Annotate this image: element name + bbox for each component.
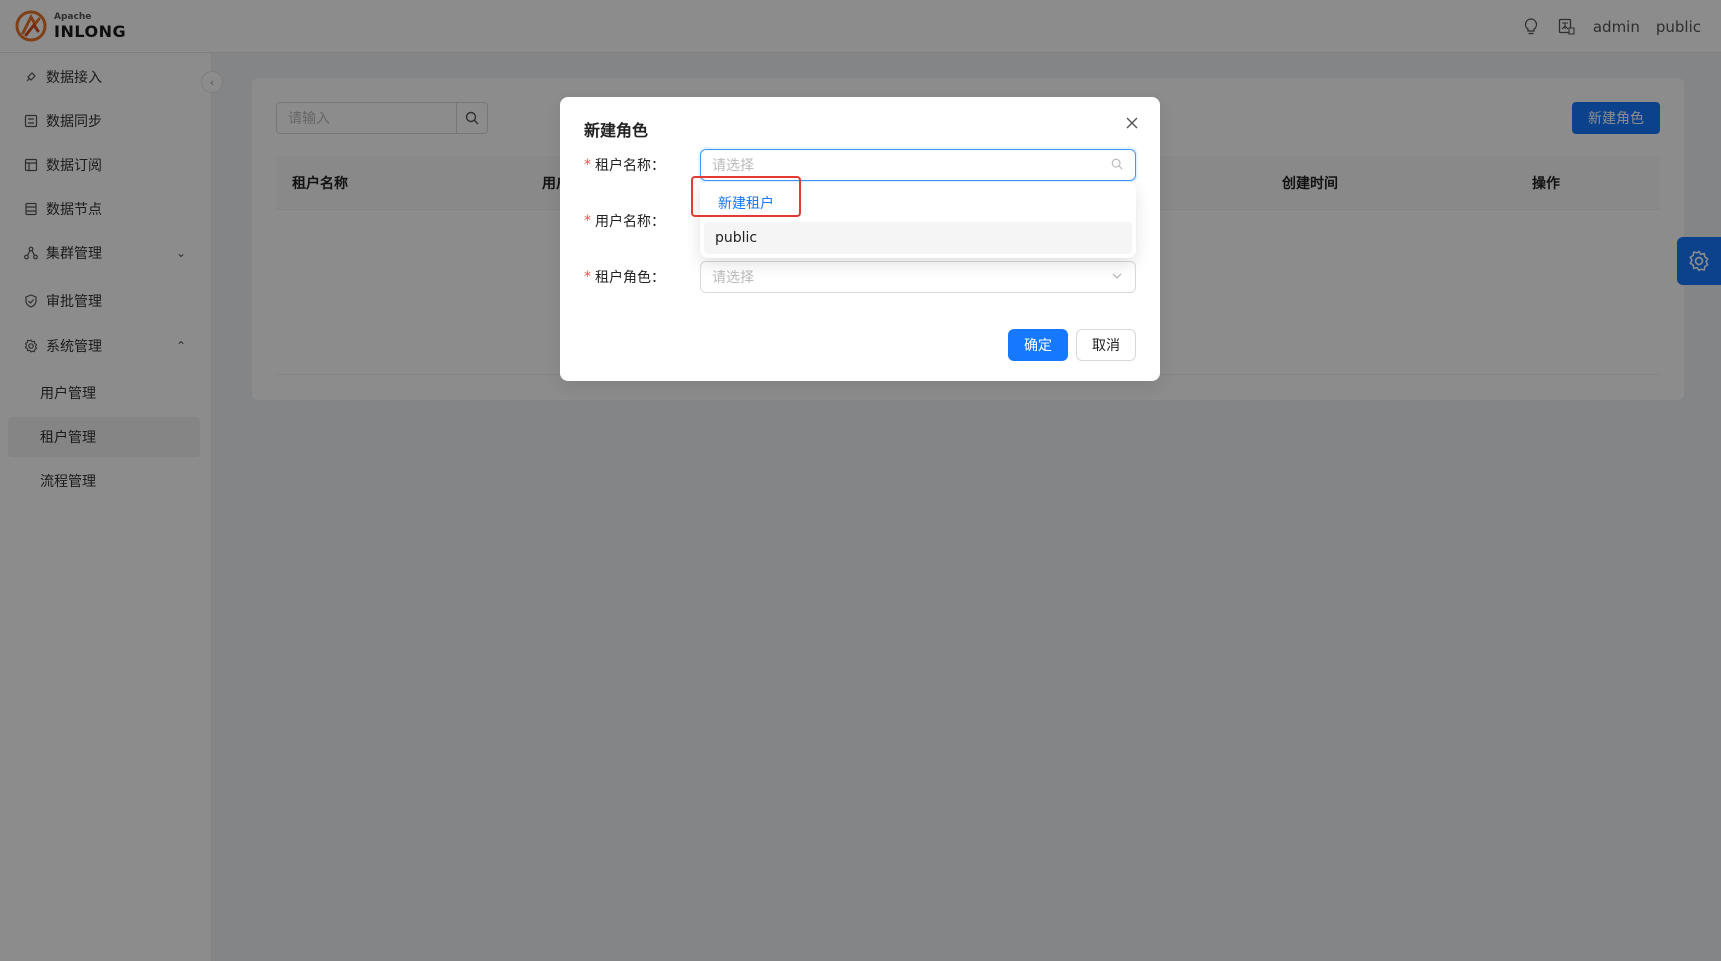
confirm-button[interactable]: 确定 bbox=[1008, 329, 1068, 361]
highlight-annotation bbox=[691, 176, 801, 217]
close-button[interactable] bbox=[1120, 111, 1144, 135]
tenant-name-label: * 租户名称： bbox=[584, 157, 665, 174]
tenant-role-select[interactable]: 请选择 bbox=[700, 261, 1136, 293]
user-name-label: * 用户名称： bbox=[584, 213, 665, 230]
required-mark: * bbox=[584, 157, 591, 173]
tenant-role-label: * 租户角色： bbox=[584, 269, 665, 286]
required-mark: * bbox=[584, 213, 591, 229]
close-icon bbox=[1126, 117, 1138, 129]
modal-title: 新建角色 bbox=[584, 121, 649, 140]
search-icon bbox=[1111, 158, 1125, 172]
required-mark: * bbox=[584, 269, 591, 285]
chevron-down-icon bbox=[1111, 270, 1125, 284]
dropdown-option-public[interactable]: public bbox=[704, 222, 1132, 254]
cancel-button[interactable]: 取消 bbox=[1076, 329, 1136, 361]
